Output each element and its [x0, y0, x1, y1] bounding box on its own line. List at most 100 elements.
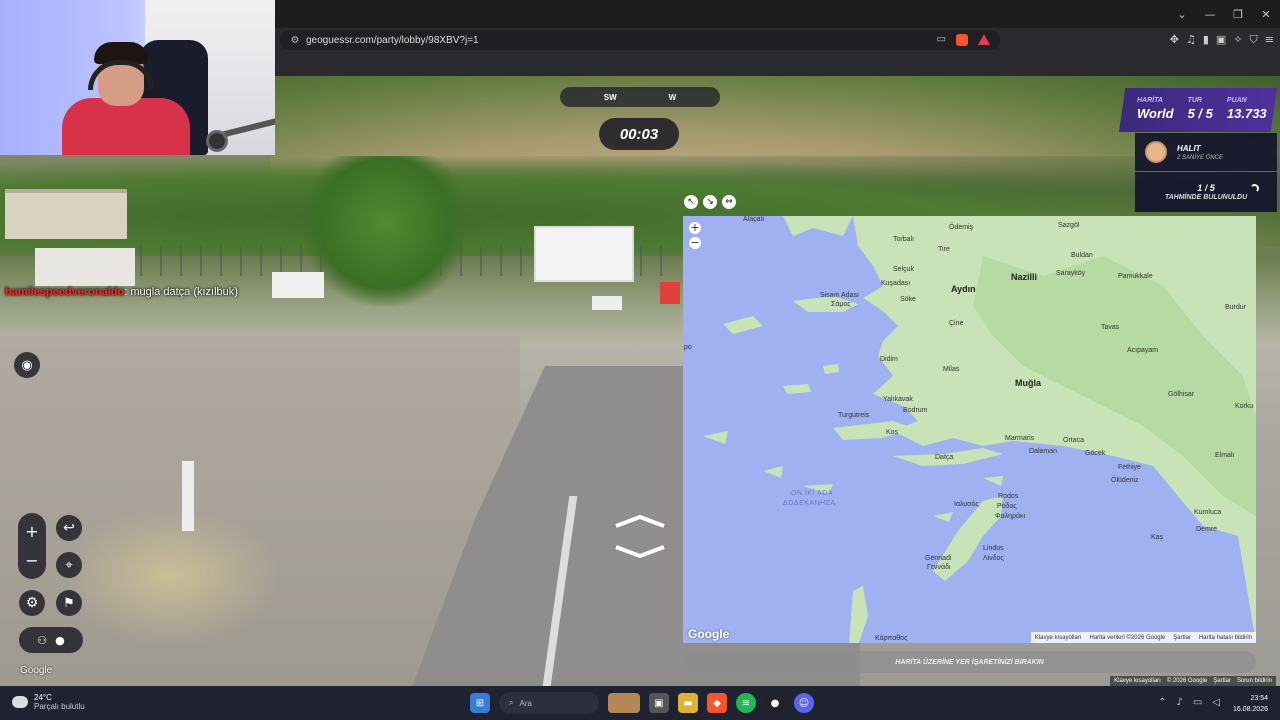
street-google-logo: Google	[20, 665, 53, 676]
discord-icon[interactable]: ☺	[794, 693, 814, 713]
map-label: Didim	[880, 356, 898, 363]
map-zoom-in-button[interactable]: +	[689, 222, 701, 234]
arrow-sign	[660, 282, 680, 304]
shrink-map-icon[interactable]: ↘	[703, 195, 717, 209]
chat-toggle-button[interactable]: ◉	[14, 352, 40, 378]
file-explorer-icon[interactable]: ▬	[678, 693, 698, 713]
map-label: Çine	[949, 320, 964, 327]
sv-terms-link[interactable]: Şartlar	[1213, 678, 1231, 684]
map-label: Selçuk	[893, 266, 915, 273]
search-icon: ⌕	[509, 698, 514, 707]
guess-map[interactable]: + − Alaçatı Ödemiş Sazgöl Torbalı Tire B…	[683, 216, 1256, 643]
map-sea-label: ΔΩΔΕΚΑΝΗΣΑ	[783, 500, 836, 507]
billboard	[534, 226, 634, 282]
map-label: Yalıkavak	[883, 396, 913, 403]
sidebar-icon[interactable]: ▮	[1203, 33, 1209, 47]
brave-shield-icon[interactable]	[956, 34, 968, 46]
map-value: World	[1137, 106, 1174, 121]
music-icon[interactable]: ♫	[1186, 33, 1196, 47]
player-name: HALIT	[1177, 143, 1201, 153]
puzzle-icon[interactable]: ✥	[1170, 33, 1179, 47]
volume-icon[interactable]: ◁	[1212, 697, 1220, 708]
map-label: Alaçatı	[743, 216, 765, 223]
checkpoint-button[interactable]: ⚑	[56, 590, 82, 616]
brave-rewards-icon[interactable]	[978, 34, 990, 45]
sign	[272, 272, 324, 298]
building	[5, 189, 127, 239]
mic-icon[interactable]: ♪	[1176, 697, 1182, 708]
map-label: Datça	[935, 454, 954, 461]
sparkle-icon[interactable]: ✧	[1233, 33, 1242, 47]
map-label: Kumluca	[1194, 509, 1222, 516]
guess-progress-card: 1 / 5 TAHMİNDE BULUNULDU	[1135, 172, 1277, 212]
sv-report-link[interactable]: Sorun bildirin	[1237, 678, 1272, 684]
tab-list-icon[interactable]: ⌄	[1168, 0, 1196, 28]
task-view-icon[interactable]: ▣	[649, 693, 669, 713]
map-label: Torbalı	[893, 236, 915, 243]
map-data-text: Harita verileri ©2026 Google	[1089, 634, 1166, 641]
map-shortcuts-link[interactable]: Klavye kısayolları	[1035, 635, 1082, 641]
map-label: Tire	[938, 246, 950, 253]
game-status-bar: HARİTA World TUR 5 / 5 PUAN 13.733	[1119, 88, 1277, 132]
map-zoom-out-button[interactable]: −	[689, 237, 701, 249]
map-report-link[interactable]: Harita hatası bildirin	[1199, 635, 1252, 641]
taskbar-search[interactable]: ⌕ Ara	[499, 692, 599, 714]
move-backward-arrow[interactable]	[614, 545, 666, 559]
shield-icon[interactable]: ⛉	[1250, 33, 1258, 47]
site-info-icon[interactable]: ⚙	[284, 35, 306, 46]
weather-widget[interactable]: 24°C Parçalı bulutlu	[12, 693, 85, 711]
webcam-overlay	[0, 0, 275, 155]
clock[interactable]: 23:54 16.08.2026	[1233, 693, 1268, 715]
expand-map-icon[interactable]: ↖	[684, 195, 698, 209]
score-label: PUAN	[1226, 97, 1247, 104]
pin-map-icon[interactable]: ⇔	[722, 195, 736, 209]
zoom-in-button[interactable]: +	[25, 522, 38, 541]
map-label: HARİTA	[1137, 97, 1163, 104]
move-forward-arrow[interactable]	[614, 514, 666, 528]
compass: SW W	[560, 87, 720, 107]
minimize-button[interactable]: —	[1196, 0, 1224, 28]
widget-icon[interactable]	[608, 693, 640, 713]
map-google-logo: Google	[688, 627, 730, 641]
map-label: Muğla	[1015, 378, 1041, 388]
settings-button[interactable]: ⚙	[19, 590, 45, 616]
map-label: Σάμος	[831, 301, 851, 308]
cloud-icon	[12, 696, 28, 708]
guess-count: 1 / 5	[1197, 183, 1215, 193]
chat-username: hamilespeedveronaldo	[5, 286, 125, 298]
zoom-out-button[interactable]: −	[25, 551, 38, 570]
player-guess-card: HALIT 2 SANİYE ÖNCE	[1135, 133, 1277, 171]
map-label: Bodrum	[903, 407, 928, 414]
maximize-button[interactable]: ❐	[1224, 0, 1252, 28]
flag-icon: ⚑	[63, 595, 75, 611]
sv-shortcuts-link[interactable]: Klavye kısayolları	[1114, 678, 1161, 684]
cast-icon[interactable]: ▭	[937, 34, 946, 46]
map-label: Ölüdeniz	[1111, 477, 1139, 484]
display-icon[interactable]: ▭	[1193, 697, 1202, 708]
app-icon[interactable]: ●	[765, 693, 785, 713]
map-label: Turgutreis	[838, 412, 870, 419]
map-sea-label: ON İKİ ADA	[791, 490, 833, 497]
undo-move-button[interactable]: ↩	[56, 515, 82, 541]
wallet-icon[interactable]: ▣	[1216, 33, 1226, 47]
close-button[interactable]: ✕	[1252, 0, 1280, 28]
players-button[interactable]: ⚇ ●	[19, 627, 83, 653]
round-label: TUR	[1187, 97, 1202, 104]
map-zoom: + −	[689, 222, 701, 249]
players-icon: ⚇	[37, 633, 48, 647]
chat-text: : mugla datça (kızılbuk)	[124, 286, 238, 298]
url-text[interactable]: geoguessr.com/party/lobby/98XBV?j=1	[306, 35, 479, 46]
map-label: Kuşadası	[881, 280, 911, 287]
map-label: Elmalı	[1215, 452, 1235, 459]
spotify-icon[interactable]: ≋	[736, 693, 756, 713]
address-bar[interactable]: ⚙ geoguessr.com/party/lobby/98XBV?j=1 ▭	[280, 30, 1000, 50]
map-terrain	[703, 216, 1256, 643]
start-icon[interactable]: ⊞	[470, 693, 490, 713]
brave-icon[interactable]: ◆	[707, 693, 727, 713]
return-to-start-button[interactable]: ⌖	[56, 552, 82, 578]
round-timer: 00:03	[599, 118, 679, 150]
map-terms-link[interactable]: Şartlar	[1173, 635, 1191, 641]
menu-icon[interactable]: ≡	[1265, 33, 1274, 47]
tray-chevron-icon[interactable]: ⌃	[1158, 697, 1166, 708]
place-marker-button[interactable]: HARİTA ÜZERİNE YER İŞARETİNİZİ BIRAKIN	[683, 651, 1256, 673]
